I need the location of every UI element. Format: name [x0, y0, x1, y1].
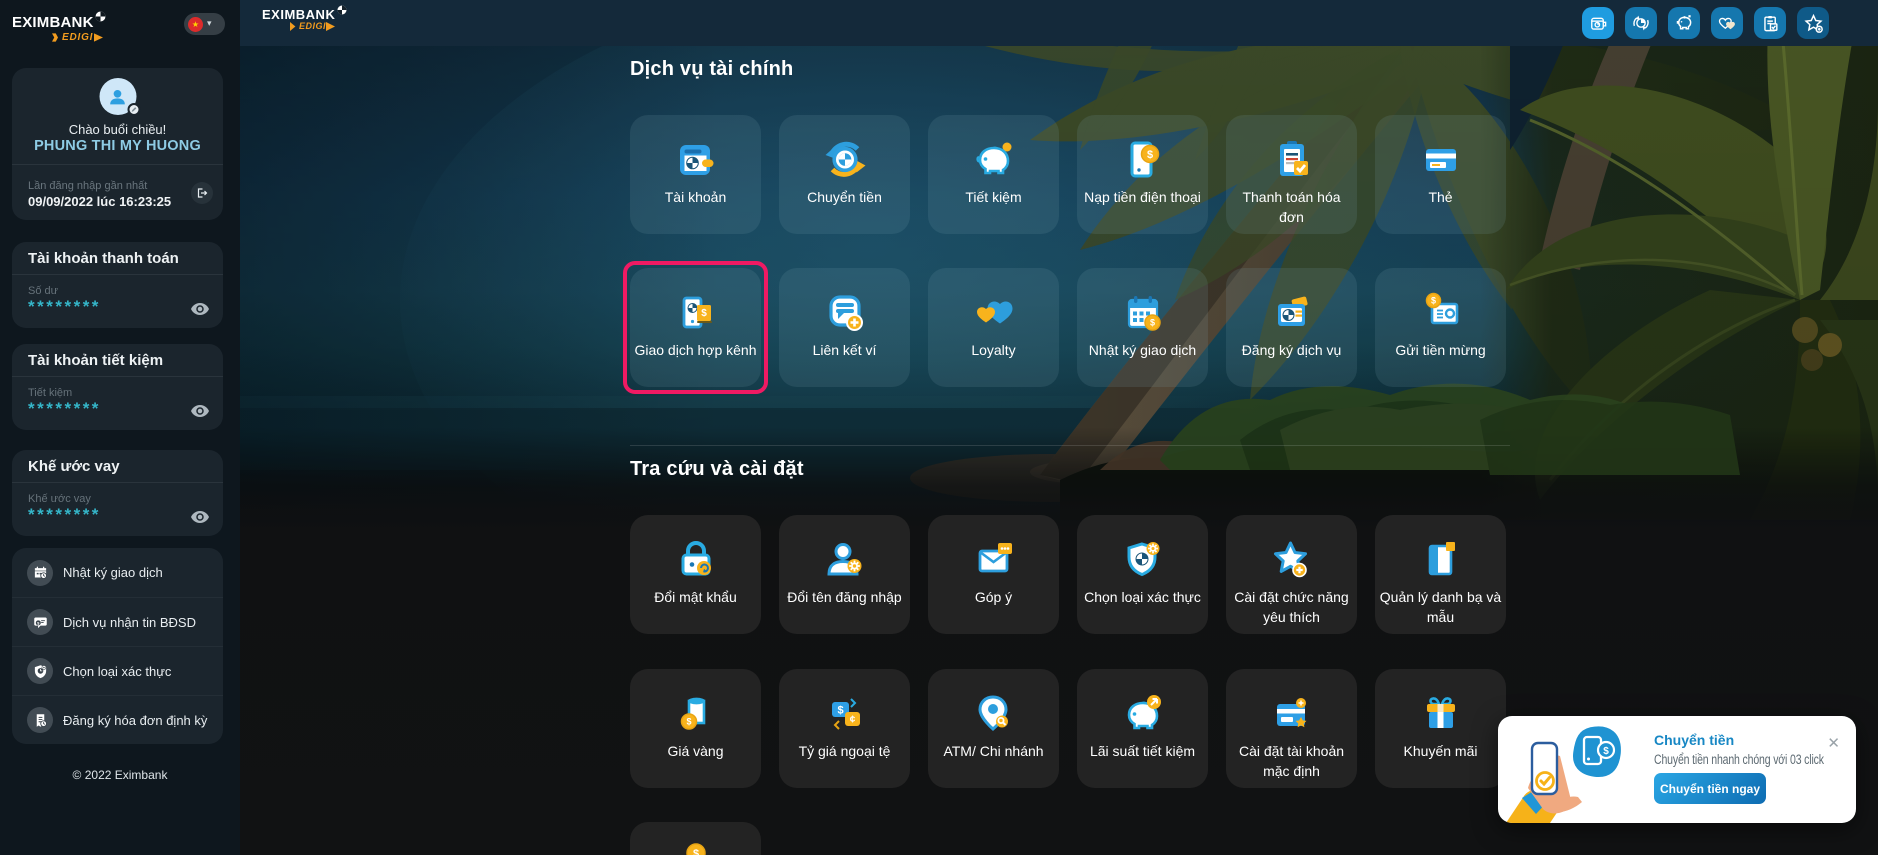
svg-text:$: $ — [686, 717, 691, 727]
svg-text:$: $ — [837, 705, 843, 717]
svg-text:$: $ — [1146, 149, 1152, 161]
svg-text:$: $ — [1430, 296, 1435, 306]
svg-text:¢: ¢ — [849, 715, 855, 726]
svg-text:$: $ — [692, 848, 698, 855]
svg-text:$: $ — [1149, 318, 1154, 328]
svg-text:$: $ — [1603, 746, 1609, 757]
